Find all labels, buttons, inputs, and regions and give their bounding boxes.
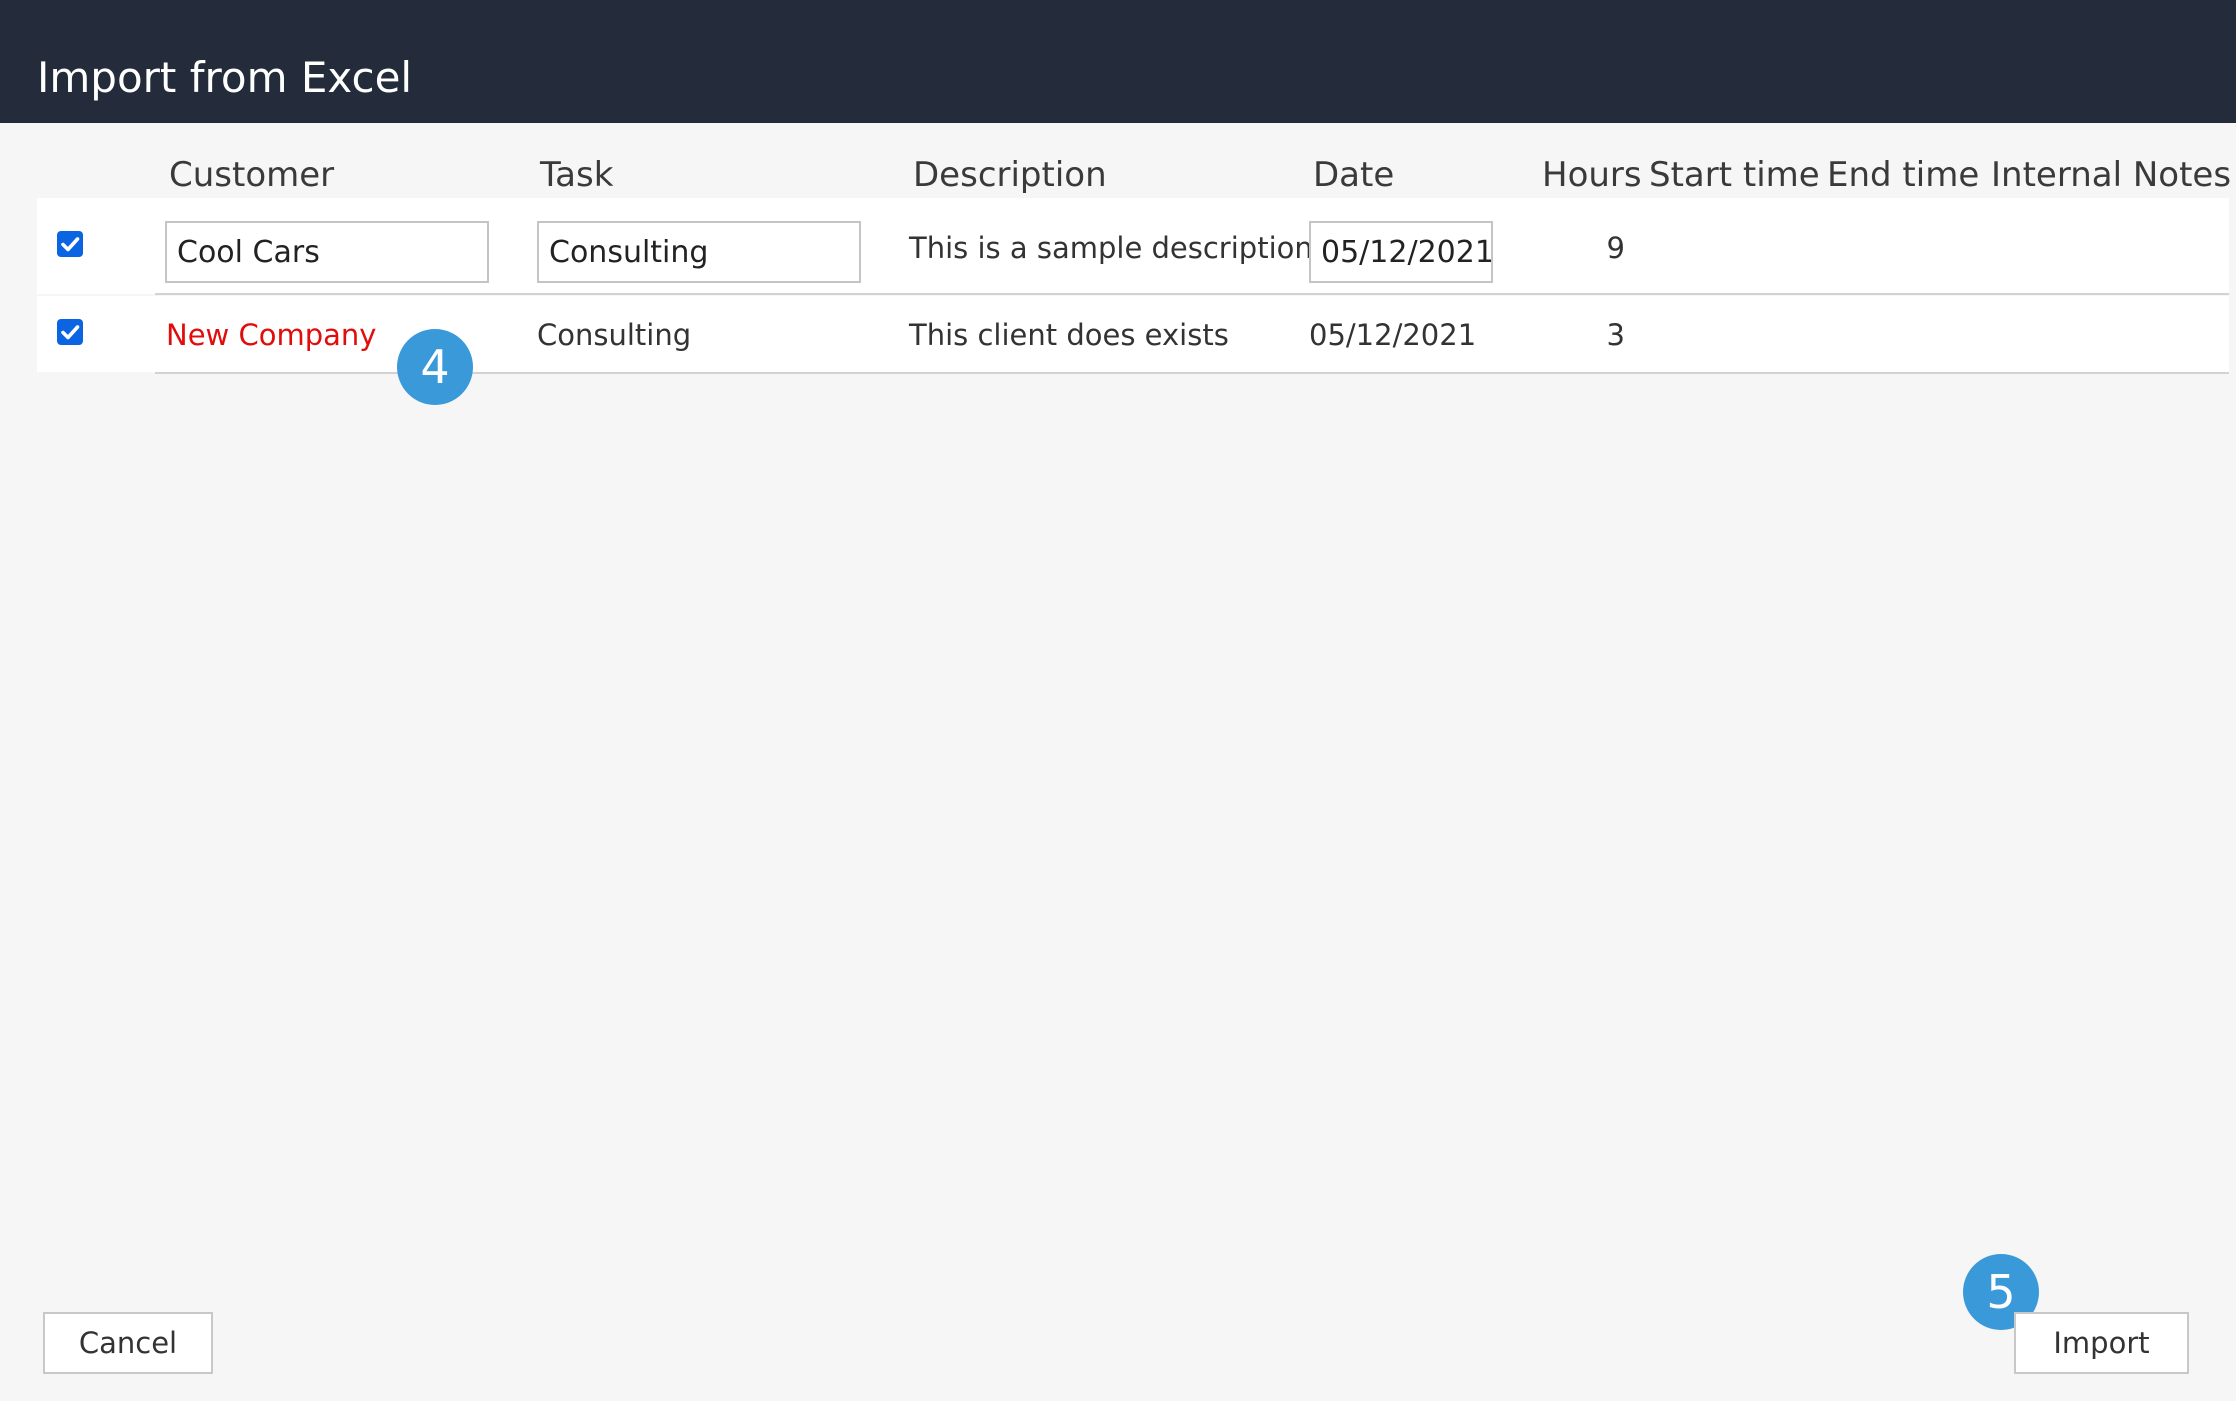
column-header-description: Description xyxy=(913,155,1107,195)
column-header-task: Task xyxy=(540,155,614,195)
import-button[interactable]: Import xyxy=(2014,1312,2189,1374)
description-cell: This client does exists xyxy=(909,318,1229,352)
description-cell: This is a sample description xyxy=(909,231,1313,265)
column-header-date: Date xyxy=(1313,155,1395,195)
column-header-customer: Customer xyxy=(169,155,335,195)
dialog-title: Import from Excel xyxy=(37,53,413,102)
column-header-end-time: End time xyxy=(1827,155,1980,195)
customer-cell-unknown: New Company xyxy=(166,318,377,352)
task-input[interactable] xyxy=(537,221,861,283)
task-cell: Consulting xyxy=(537,318,692,352)
hours-cell: 9 xyxy=(1606,231,1625,265)
date-input[interactable] xyxy=(1309,221,1493,283)
row-select-checkbox[interactable] xyxy=(57,319,83,345)
checkmark-icon xyxy=(61,325,80,340)
import-dialog: Import from Excel Customer Task Descript… xyxy=(0,0,2236,1401)
hours-cell: 3 xyxy=(1606,318,1625,352)
dialog-header: Import from Excel xyxy=(0,0,2236,123)
row-divider xyxy=(155,293,2229,295)
step-4-badge: 4 xyxy=(397,329,473,405)
column-header-internal-notes: Internal Notes xyxy=(1991,155,2232,195)
cancel-button[interactable]: Cancel xyxy=(43,1312,213,1374)
date-cell: 05/12/2021 xyxy=(1309,318,1477,352)
column-header-hours: Hours xyxy=(1542,155,1642,195)
column-header-start-time: Start time xyxy=(1649,155,1820,195)
customer-input[interactable] xyxy=(165,221,489,283)
row-select-checkbox[interactable] xyxy=(57,231,83,257)
checkmark-icon xyxy=(61,237,80,252)
